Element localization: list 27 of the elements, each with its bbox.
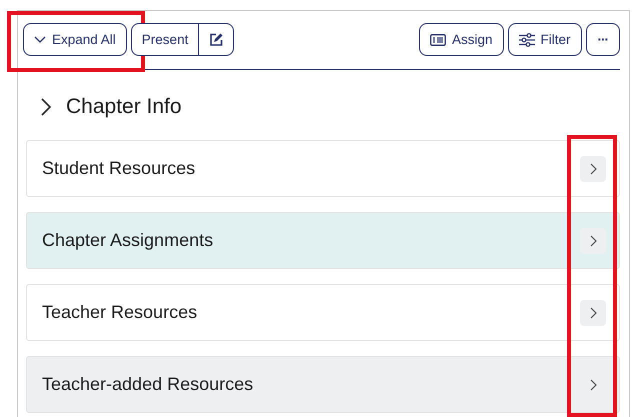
row-title: Student Resources: [42, 158, 196, 179]
resource-row[interactable]: Teacher Resources: [26, 284, 620, 341]
assign-button[interactable]: Assign: [418, 23, 504, 56]
chevron-right-icon[interactable]: [41, 98, 52, 116]
row-title: Chapter Assignments: [42, 230, 214, 251]
section-title: Chapter Info: [66, 95, 182, 119]
row-title: Teacher-added Resources: [42, 374, 254, 395]
arrow-button[interactable]: [580, 300, 606, 326]
chevron-right-icon: [590, 162, 596, 174]
edit-button[interactable]: [199, 23, 234, 56]
expand-all-button[interactable]: Expand All: [23, 23, 127, 56]
chevron-right-icon: [590, 306, 596, 318]
chevron-right-icon: [590, 234, 596, 246]
id-card-icon: [430, 34, 446, 46]
resource-row[interactable]: Student Resources: [26, 140, 620, 197]
edit-icon: [209, 32, 224, 46]
more-button[interactable]: ···: [586, 23, 620, 56]
present-button[interactable]: Present: [130, 23, 200, 56]
arrow-button[interactable]: [580, 156, 606, 182]
arrow-button[interactable]: [580, 228, 606, 254]
resource-row[interactable]: Chapter Assignments: [26, 212, 620, 269]
chevron-down-icon: [34, 36, 46, 44]
filter-button[interactable]: Filter: [508, 23, 582, 56]
sliders-icon: [518, 32, 534, 46]
chevron-right-icon: [590, 378, 596, 390]
resource-row[interactable]: Teacher-added Resources: [26, 356, 620, 413]
row-title: Teacher Resources: [42, 302, 198, 323]
